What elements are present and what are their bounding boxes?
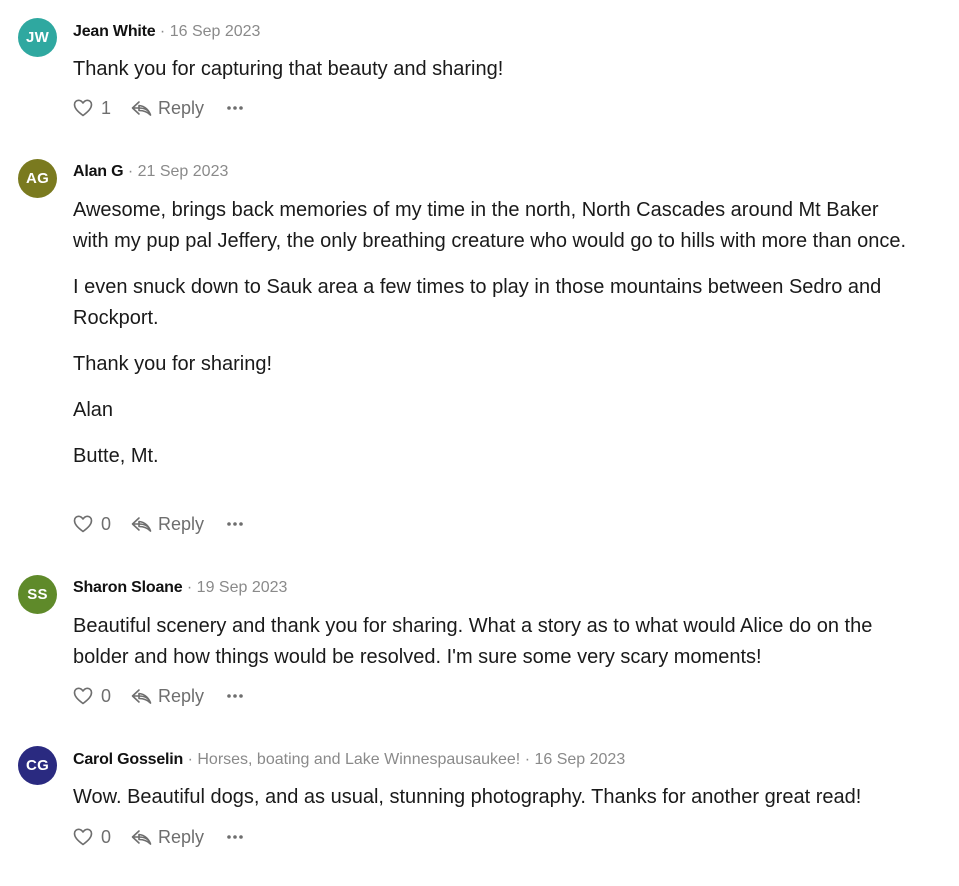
reply-label: Reply (158, 513, 205, 534)
meta-separator: · (159, 23, 166, 40)
meta-separator: · (524, 751, 531, 768)
author-name[interactable]: Carol Gosselin (73, 751, 183, 768)
comment-meta: Carol Gosselin · Horses, boating and Lak… (73, 750, 625, 770)
comment-paragraph: Beautiful scenery and thank you for shar… (73, 615, 873, 668)
comment-body: Awesome, brings back memories of my time… (73, 195, 913, 487)
reply-button[interactable]: Reply (131, 514, 204, 535)
comment-meta: Sharon Sloane · 19 Sep 2023 (73, 578, 287, 598)
comment-actions: 0 Reply (73, 685, 244, 707)
avatar[interactable]: SS (18, 575, 57, 614)
like-count: 1 (101, 97, 112, 118)
more-dots-icon (227, 106, 243, 110)
heart-icon (73, 828, 93, 846)
avatar[interactable]: CG (18, 746, 57, 785)
more-options-button[interactable] (226, 834, 244, 840)
reply-label: Reply (158, 685, 205, 706)
comment-body: Beautiful scenery and thank you for shar… (73, 611, 913, 688)
more-dots-icon (227, 835, 243, 839)
comment-body: Wow. Beautiful dogs, and as usual, stunn… (73, 782, 913, 828)
comment-actions: 0 Reply (73, 826, 244, 848)
reply-arrow-icon (131, 829, 152, 845)
reply-label: Reply (158, 826, 205, 847)
more-options-button[interactable] (226, 105, 244, 111)
comment-date[interactable]: 19 Sep 2023 (197, 579, 288, 596)
comment-paragraph: Thank you for capturing that beauty and … (73, 58, 504, 80)
author-name[interactable]: Alan G (73, 163, 124, 180)
reply-button[interactable]: Reply (131, 686, 204, 707)
comment-date[interactable]: 16 Sep 2023 (170, 23, 261, 40)
heart-icon (73, 515, 93, 533)
like-button[interactable]: 1 (73, 98, 111, 119)
like-count: 0 (101, 826, 112, 847)
meta-separator: · (127, 163, 134, 180)
like-count: 0 (101, 513, 112, 534)
avatar[interactable]: JW (18, 18, 57, 57)
comment-paragraph: Thank you for sharing! (73, 353, 272, 375)
more-options-button[interactable] (226, 521, 244, 527)
heart-icon (73, 687, 93, 705)
comment-paragraph: Wow. Beautiful dogs, and as usual, stunn… (73, 786, 862, 808)
reply-button[interactable]: Reply (131, 827, 204, 848)
comment-paragraph: I even snuck down to Sauk area a few tim… (73, 276, 882, 329)
meta-separator: · (187, 751, 193, 768)
comment-paragraph: Butte, Mt. (73, 445, 159, 467)
reply-arrow-icon (131, 688, 152, 704)
comment-body: Thank you for capturing that beauty and … (73, 54, 913, 100)
heart-icon (73, 99, 93, 117)
like-button[interactable]: 0 (73, 514, 111, 535)
comment-date[interactable]: 16 Sep 2023 (534, 751, 625, 768)
author-name[interactable]: Jean White (73, 23, 156, 40)
comment-actions: 1 Reply (73, 97, 244, 119)
author-tagline: Horses, boating and Lake Winnespausaukee… (197, 751, 521, 768)
like-button[interactable]: 0 (73, 686, 111, 707)
comment-meta: Alan G · 21 Sep 2023 (73, 162, 228, 182)
more-dots-icon (227, 522, 243, 526)
like-count: 0 (101, 685, 112, 706)
reply-arrow-icon (131, 516, 152, 532)
author-name[interactable]: Sharon Sloane (73, 579, 183, 596)
comment-actions: 0 Reply (73, 513, 244, 535)
reply-label: Reply (158, 97, 205, 118)
more-dots-icon (227, 694, 243, 698)
like-button[interactable]: 0 (73, 827, 111, 848)
reply-arrow-icon (131, 100, 152, 116)
comment-date[interactable]: 21 Sep 2023 (138, 163, 229, 180)
more-options-button[interactable] (226, 693, 244, 699)
reply-button[interactable]: Reply (131, 98, 204, 119)
comment-paragraph: Alan (73, 399, 114, 421)
meta-separator: · (186, 579, 193, 596)
comment-meta: Jean White · 16 Sep 2023 (73, 22, 260, 42)
avatar[interactable]: AG (18, 159, 57, 198)
comment-paragraph: Awesome, brings back memories of my time… (73, 199, 907, 252)
